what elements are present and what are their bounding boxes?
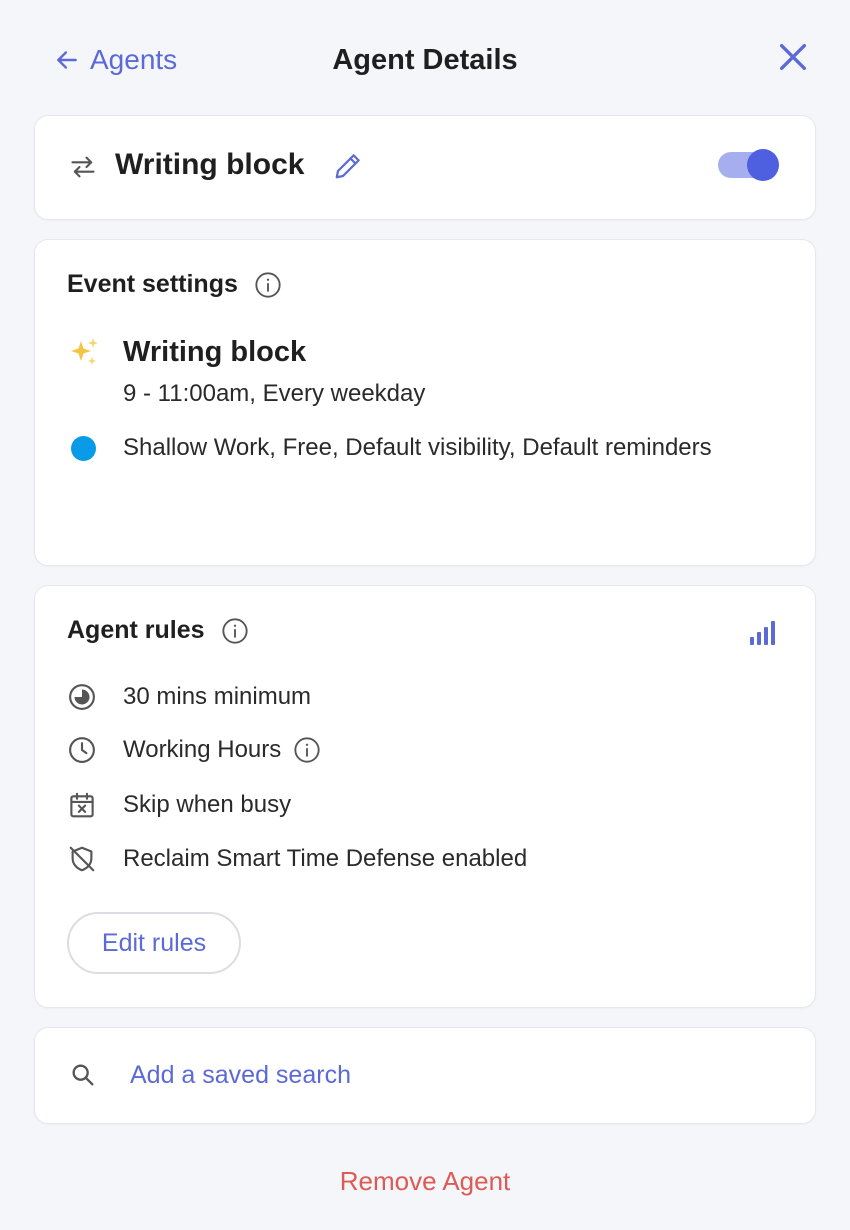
pencil-icon[interactable] xyxy=(333,151,363,181)
agent-enabled-toggle[interactable] xyxy=(718,149,779,181)
event-details: Shallow Work, Free, Default visibility, … xyxy=(123,434,712,461)
add-saved-search-card[interactable]: Add a saved search xyxy=(34,1027,816,1124)
sparkles-icon xyxy=(71,338,98,365)
agent-header-card: Writing block xyxy=(34,115,816,220)
back-label: Agents xyxy=(90,44,178,75)
edit-rules-button[interactable]: Edit rules xyxy=(67,912,241,974)
rule-item-duration: 30 mins minimum xyxy=(67,682,311,712)
agent-rules-title: Agent rules xyxy=(67,616,205,644)
agent-rules-header: Agent rules xyxy=(67,616,249,645)
calendar-x-icon xyxy=(67,790,97,820)
repeat-icon xyxy=(71,156,95,178)
rule-item-skip-busy: Skip when busy xyxy=(67,790,291,820)
clock-icon xyxy=(67,735,97,765)
event-time: 9 - 11:00am, Every weekday xyxy=(123,380,426,407)
info-icon[interactable] xyxy=(254,271,282,299)
toggle-knob xyxy=(747,149,779,181)
event-settings-header: Event settings xyxy=(67,270,282,299)
rule-label: Reclaim Smart Time Defense enabled xyxy=(123,845,528,872)
event-settings-title: Event settings xyxy=(67,270,238,298)
event-color-dot xyxy=(71,436,96,461)
rule-label: 30 mins minimum xyxy=(123,683,312,710)
priority-bars-icon[interactable] xyxy=(749,620,777,646)
event-settings-card: Event settings Writing block 9 - 11:00am… xyxy=(34,239,816,566)
back-to-agents-link[interactable]: Agents xyxy=(54,44,177,76)
add-saved-search-link[interactable]: Add a saved search xyxy=(130,1061,351,1090)
header: Agents Agent Details xyxy=(0,0,850,115)
rule-label: Skip when busy xyxy=(123,791,292,818)
agent-rules-card: Agent rules 30 mins minimum Working Hour… xyxy=(34,585,816,1008)
close-icon[interactable] xyxy=(776,40,810,74)
agent-name: Writing block xyxy=(115,148,305,181)
duration-icon xyxy=(67,682,97,712)
search-icon xyxy=(72,1064,94,1086)
rule-item-time-defense: Reclaim Smart Time Defense enabled xyxy=(67,844,527,874)
info-icon[interactable] xyxy=(293,736,321,764)
rule-label: Working Hours xyxy=(123,736,282,763)
info-icon[interactable] xyxy=(221,617,249,645)
remove-agent-button[interactable]: Remove Agent xyxy=(0,1166,850,1197)
event-title: Writing block xyxy=(123,336,307,368)
shield-off-icon xyxy=(67,844,97,874)
arrow-left-icon xyxy=(57,51,77,69)
rule-item-working-hours: Working Hours xyxy=(67,735,321,765)
